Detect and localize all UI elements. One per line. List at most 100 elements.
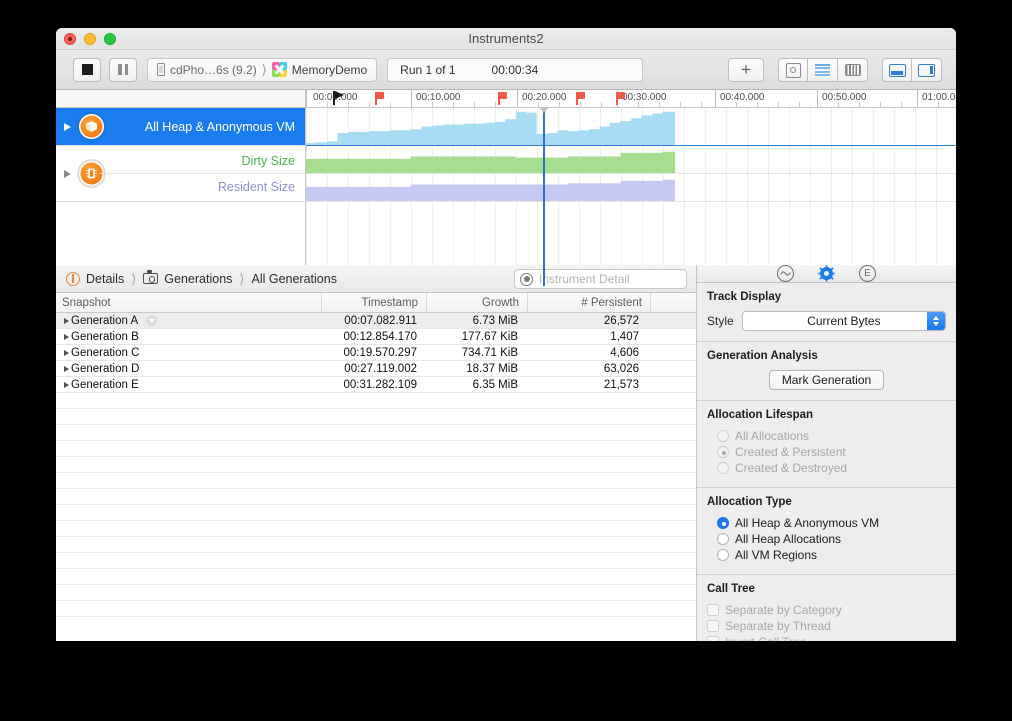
extended-detail-icon[interactable]: E xyxy=(859,265,876,282)
breadcrumb-label: Generations xyxy=(164,271,233,286)
keyboard-icon xyxy=(844,64,861,76)
ruler-minor-tick xyxy=(432,102,433,107)
track-header-heap[interactable]: All Heap & Anonymous VM xyxy=(56,108,305,146)
table-row[interactable]: Generation B 00:12.854.170 177.67 KiB 1,407 xyxy=(56,329,696,345)
device-name: cdPho…6s (9.2) xyxy=(170,62,257,77)
playhead-handle[interactable] xyxy=(539,108,549,113)
checkbox-label: Separate by Category xyxy=(725,603,842,617)
title-bar: Instruments2 xyxy=(56,28,956,50)
ruler-minor-tick xyxy=(559,102,560,107)
pause-button[interactable] xyxy=(109,57,137,82)
app-icon xyxy=(271,62,287,77)
recording-start-flag[interactable] xyxy=(333,91,344,105)
playhead-line[interactable] xyxy=(543,108,545,286)
ruler-minor-tick xyxy=(838,102,839,107)
track-graphs[interactable] xyxy=(306,108,956,286)
ruler-minor-tick xyxy=(348,102,349,107)
radio-icon[interactable] xyxy=(717,517,729,529)
column-header-snapshot[interactable]: Snapshot xyxy=(56,293,322,312)
search-placeholder: Instrument Detail xyxy=(539,272,630,286)
instrument-detail-search[interactable]: Instrument Detail xyxy=(514,269,687,289)
checkbox-icon xyxy=(707,620,719,632)
breadcrumb-details[interactable]: Details xyxy=(66,271,124,286)
radio-label: Created & Destroyed xyxy=(735,461,848,475)
record-stop-button[interactable] xyxy=(73,57,101,82)
breadcrumb-all-generations[interactable]: All Generations xyxy=(251,272,336,286)
table-row[interactable]: Generation E 00:31.282.109 6.35 MiB 21,573 xyxy=(56,377,696,393)
disclosure-triangle-icon[interactable] xyxy=(64,169,71,178)
radio-icon[interactable] xyxy=(717,533,729,545)
cell-snapshot: Generation B xyxy=(56,331,322,343)
cell-growth: 18.37 MiB xyxy=(466,362,518,375)
checkbox-icon xyxy=(707,604,719,616)
generation-analysis-section: Generation Analysis Mark Generation xyxy=(697,342,956,401)
generations-table-body[interactable]: Generation A 00:07.082.911 6.73 MiB 26,572 G… xyxy=(56,313,696,641)
breadcrumb-generations[interactable]: Generations xyxy=(143,270,233,286)
table-empty-row xyxy=(56,457,696,473)
generation-badge-icon[interactable] xyxy=(146,315,158,326)
keyboard-strategy-button[interactable] xyxy=(838,58,868,82)
table-row[interactable]: Generation C 00:19.570.297 734.71 KiB 4,606 xyxy=(56,345,696,361)
generation-flag-marker[interactable] xyxy=(498,92,507,105)
table-row[interactable]: Generation A 00:07.082.911 6.73 MiB 26,572 xyxy=(56,313,696,329)
column-header-growth[interactable]: Growth xyxy=(427,293,528,312)
generation-flag-marker[interactable] xyxy=(375,92,384,105)
style-popup-button[interactable]: Current Bytes xyxy=(741,311,946,331)
device-icon xyxy=(157,63,165,76)
run-status-field[interactable]: Run 1 of 1 00:00:34 xyxy=(387,57,644,82)
radio-label: Created & Persistent xyxy=(735,445,846,459)
add-instrument-button[interactable]: + xyxy=(728,58,764,82)
allocation-lifespan-title: Allocation Lifespan xyxy=(707,409,814,421)
target-selector[interactable]: cdPho…6s (9.2) ⟩ MemoryDemo xyxy=(147,57,378,82)
toggle-bottom-panel-button[interactable] xyxy=(882,58,912,82)
ruler-minor-tick xyxy=(638,102,639,107)
cell-timestamp: 00:31.282.109 xyxy=(343,378,417,391)
radio-option[interactable]: All VM Regions xyxy=(717,548,956,562)
radio-option[interactable]: All Heap Allocations xyxy=(717,532,956,546)
cell-persistent: 21,573 xyxy=(603,378,639,391)
table-empty-row xyxy=(56,489,696,505)
chevron-right-icon: ⟩ xyxy=(261,61,267,77)
call-tree-options: Separate by Category Separate by Thread In… xyxy=(697,603,956,641)
column-header-persistent[interactable]: # Persistent xyxy=(528,293,651,312)
mark-generation-button[interactable]: Mark Generation xyxy=(768,370,885,390)
row-disclosure-icon[interactable] xyxy=(64,365,69,372)
instruments-window: Instruments2 cdPho…6s (9.2) ⟩ MemoryDemo… xyxy=(56,28,956,641)
ruler-minor-tick xyxy=(659,102,660,107)
cpu-strategy-button[interactable] xyxy=(778,58,808,82)
divider xyxy=(100,173,305,174)
allocation-lifespan-options: All Allocations Created & Persistent Creat… xyxy=(697,429,956,475)
row-disclosure-icon[interactable] xyxy=(64,381,69,388)
generation-flag-marker[interactable] xyxy=(616,92,625,105)
cell-growth: 734.71 KiB xyxy=(461,346,518,359)
table-empty-row xyxy=(56,553,696,569)
table-row[interactable]: Generation D 00:27.119.002 18.37 MiB 63,026 xyxy=(56,361,696,377)
column-header-timestamp[interactable]: Timestamp xyxy=(322,293,427,312)
ruler-major-tick xyxy=(917,90,918,107)
ruler-minor-tick xyxy=(757,102,758,107)
row-disclosure-icon[interactable] xyxy=(64,349,69,356)
generation-flag-marker[interactable] xyxy=(576,92,585,105)
disclosure-triangle-icon[interactable] xyxy=(64,122,71,131)
snapshot-label: Generation D xyxy=(71,362,140,375)
row-disclosure-icon[interactable] xyxy=(64,333,69,340)
timeline-ruler[interactable]: 00:00.000 00:10.000 00:20.000 00:30.000 00:4… xyxy=(306,90,956,107)
display-settings-gear-icon[interactable] xyxy=(818,265,835,282)
radio-icon[interactable] xyxy=(717,549,729,561)
radio-option[interactable]: All Heap & Anonymous VM xyxy=(717,516,956,530)
track-header-vm[interactable]: Dirty Size Resident Size xyxy=(56,146,305,202)
style-value: Current Bytes xyxy=(807,314,881,328)
record-settings-icon[interactable] xyxy=(777,265,794,282)
track-label-group: All Heap & Anonymous VM xyxy=(145,120,295,134)
cell-timestamp: 00:19.570.297 xyxy=(343,346,417,359)
list-strategy-button[interactable] xyxy=(808,58,838,82)
track-sublabel-dirty-size: Dirty Size xyxy=(241,153,295,168)
chevron-updown-icon xyxy=(927,312,945,330)
panel-toggle-segment xyxy=(882,58,942,82)
chevron-right-icon: ⟩ xyxy=(131,270,137,286)
table-empty-row xyxy=(56,521,696,537)
toggle-right-panel-button[interactable] xyxy=(912,58,942,82)
cell-snapshot: Generation C xyxy=(56,347,322,359)
app-name: MemoryDemo xyxy=(291,62,368,77)
row-disclosure-icon[interactable] xyxy=(64,317,69,324)
